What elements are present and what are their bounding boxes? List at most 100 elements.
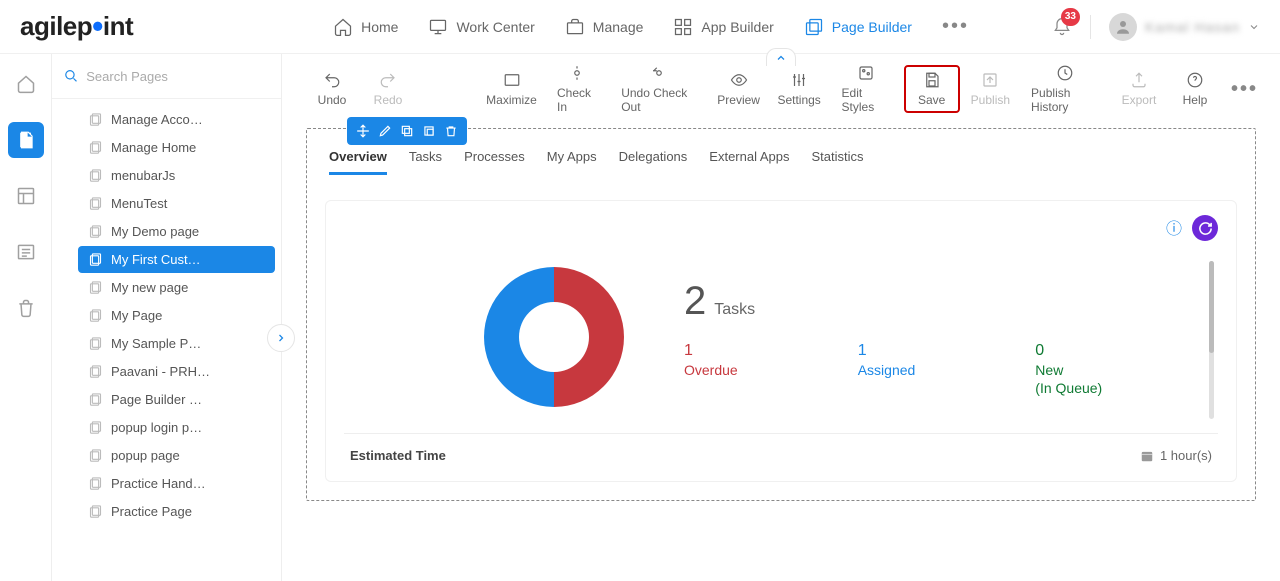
pages-stack-icon xyxy=(88,168,103,183)
top-navigation: Home Work Center Manage App Builder Page… xyxy=(333,15,969,38)
preview-label: Preview xyxy=(717,93,760,107)
rail-library[interactable] xyxy=(8,234,44,270)
page-tree-item[interactable]: menubarJs xyxy=(78,162,275,189)
user-menu[interactable]: Kamal Hasan xyxy=(1109,13,1260,41)
settings-button[interactable]: Settings xyxy=(769,71,830,107)
page-tree-item[interactable]: Practice Hand… xyxy=(78,470,275,497)
grid-icon xyxy=(673,17,693,37)
calendar-icon xyxy=(1140,449,1154,463)
page-tree-item[interactable]: My Demo page xyxy=(78,218,275,245)
page-tree[interactable]: Manage Acco… Manage HomemenubarJs MenuTest… xyxy=(52,99,281,581)
task-count-row: 2 Tasks xyxy=(684,279,1208,324)
page-tree-item[interactable]: Manage Home xyxy=(78,134,275,161)
widget-info-button[interactable]: ⓘ xyxy=(1166,215,1182,241)
notifications-button[interactable]: 33 xyxy=(1052,16,1072,38)
preview-button[interactable]: Preview xyxy=(708,71,768,107)
pages-stack-icon xyxy=(88,280,103,295)
top-bar: agilep•int Home Work Center Manage App B… xyxy=(0,0,1280,54)
canvas-area[interactable]: Overview Tasks Processes My Apps Delegations… xyxy=(306,128,1256,501)
stat-new: 0 New (In Queue) xyxy=(1035,342,1102,396)
pages-stack-icon xyxy=(88,392,103,407)
save-label: Save xyxy=(918,93,945,107)
rail-pages[interactable] xyxy=(8,122,44,158)
page-tree-label: MenuTest xyxy=(111,196,167,211)
page-tree-item[interactable]: popup page xyxy=(78,442,275,469)
maximize-icon xyxy=(503,71,521,89)
widget-refresh-button[interactable] xyxy=(1192,215,1218,241)
search-pages-input[interactable] xyxy=(86,69,269,84)
palette-icon xyxy=(857,64,875,82)
publish-button[interactable]: Publish xyxy=(962,71,1019,107)
undo-checkout-button[interactable]: Undo Check Out xyxy=(609,64,708,114)
publish-history-button[interactable]: Publish History xyxy=(1019,64,1111,114)
widget-footer: Estimated Time 1 hour(s) xyxy=(344,434,1218,463)
page-tree-item[interactable]: Page Builder … xyxy=(78,386,275,413)
move-icon xyxy=(356,124,370,138)
nav-work-center-label: Work Center xyxy=(456,19,534,35)
top-right-area: 33 Kamal Hasan xyxy=(1052,13,1260,41)
stat-overdue-num: 1 xyxy=(684,342,738,360)
redo-button[interactable]: Redo xyxy=(360,71,416,107)
edit-styles-button[interactable]: Edit Styles xyxy=(830,64,902,114)
brand-logo: agilep•int xyxy=(20,8,133,45)
page-tree-item[interactable]: Practice Page xyxy=(78,498,275,525)
task-stats: 1 Overdue 1 Assigned 0 New (In Queue) xyxy=(684,342,1208,396)
nav-page-builder[interactable]: Page Builder xyxy=(804,17,912,37)
publish-label: Publish xyxy=(971,93,1010,107)
page-tree-item[interactable]: Paavani - PRH… xyxy=(78,358,275,385)
stat-new-num: 0 xyxy=(1035,342,1102,360)
tab-item[interactable]: My Apps xyxy=(547,149,597,175)
nav-more[interactable]: ••• xyxy=(942,15,969,38)
save-icon xyxy=(923,71,941,89)
nav-work-center[interactable]: Work Center xyxy=(428,17,534,37)
pages-stack-icon xyxy=(88,504,103,519)
tab-item[interactable]: Statistics xyxy=(812,149,864,175)
element-floating-toolbar xyxy=(347,117,467,145)
trash-icon xyxy=(16,298,36,318)
expand-toolbar-tab[interactable] xyxy=(766,48,796,66)
page-tree-label: Page Builder … xyxy=(111,392,202,407)
nav-manage-label: Manage xyxy=(593,19,644,35)
export-button[interactable]: Export xyxy=(1111,71,1167,107)
estimated-time-value: 1 hour(s) xyxy=(1140,448,1212,463)
maximize-button[interactable]: Maximize xyxy=(478,71,545,107)
page-tree-label: Manage Acco… xyxy=(111,112,203,127)
ft-copy[interactable] xyxy=(397,121,417,141)
rail-home[interactable] xyxy=(8,66,44,102)
page-tree-label: My First Cust… xyxy=(111,252,201,267)
eye-icon xyxy=(730,71,748,89)
undo-button[interactable]: Undo xyxy=(304,71,360,107)
toolbar-more[interactable]: ••• xyxy=(1231,78,1258,101)
task-count-label: Tasks xyxy=(714,301,755,319)
page-tree-item[interactable]: Manage Acco… xyxy=(78,106,275,133)
page-tree-item[interactable]: My new page xyxy=(78,274,275,301)
stat-overdue: 1 Overdue xyxy=(684,342,738,396)
pages-stack-icon xyxy=(88,476,103,491)
widget-scrollbar[interactable] xyxy=(1209,261,1214,419)
help-button[interactable]: Help xyxy=(1167,71,1223,107)
ft-delete[interactable] xyxy=(441,121,461,141)
ft-move[interactable] xyxy=(353,121,373,141)
pages-icon xyxy=(804,17,824,37)
tab-item[interactable]: Tasks xyxy=(409,149,442,175)
checkin-button[interactable]: Check In xyxy=(545,64,609,114)
rail-components[interactable] xyxy=(8,178,44,214)
ft-edit[interactable] xyxy=(375,121,395,141)
page-tree-item[interactable]: MenuTest xyxy=(78,190,275,217)
page-tree-item[interactable]: popup login p… xyxy=(78,414,275,441)
ft-duplicate[interactable] xyxy=(419,121,439,141)
home-icon xyxy=(16,74,36,94)
nav-home[interactable]: Home xyxy=(333,17,398,37)
tab-item[interactable]: External Apps xyxy=(709,149,789,175)
tab-item[interactable]: Overview xyxy=(329,149,387,175)
tab-item[interactable]: Delegations xyxy=(619,149,688,175)
sidebar-collapse-button[interactable] xyxy=(267,324,295,352)
page-tree-item[interactable]: My Sample P… xyxy=(78,330,275,357)
save-button[interactable]: Save xyxy=(904,65,960,113)
tab-item[interactable]: Processes xyxy=(464,149,525,175)
rail-trash[interactable] xyxy=(8,290,44,326)
page-tree-item[interactable]: My First Cust… xyxy=(78,246,275,273)
page-tree-item[interactable]: My Page xyxy=(78,302,275,329)
nav-app-builder[interactable]: App Builder xyxy=(673,17,773,37)
nav-manage[interactable]: Manage xyxy=(565,17,644,37)
